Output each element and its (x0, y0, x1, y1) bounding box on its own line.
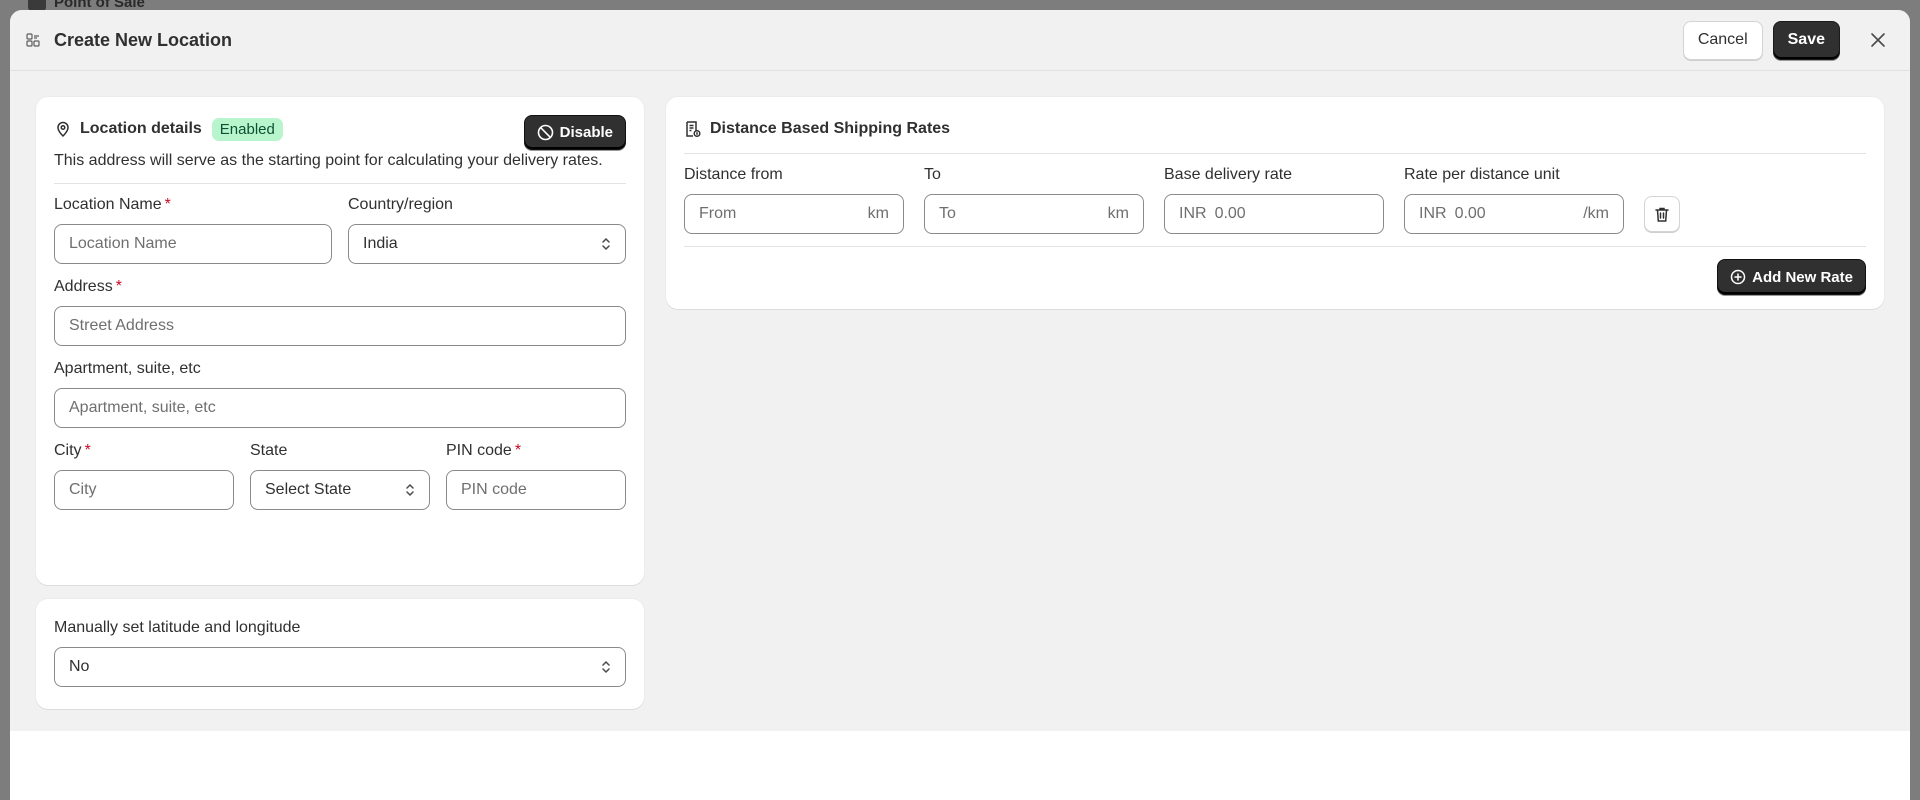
modal-body: Location details Enabled Disable This ad… (10, 71, 1910, 731)
create-location-modal: Create New Location Cancel Save Location… (10, 10, 1910, 800)
close-icon[interactable] (1860, 22, 1896, 58)
location-pin-icon (54, 120, 72, 138)
rate-per-unit-placeholder: 0.00 (1454, 205, 1486, 222)
modal-actions: Cancel Save (1682, 20, 1896, 60)
distance-from-suffix: km (867, 205, 889, 222)
apartment-label: Apartment, suite, etc (54, 360, 201, 377)
name-country-row: Location Name* Country/region India (54, 196, 626, 264)
address-row: Address * (54, 278, 626, 346)
distance-from-placeholder: From (699, 205, 737, 222)
country-value: India (363, 235, 398, 252)
modal-title: Create New Location (54, 29, 233, 50)
city-field: City * (54, 442, 234, 510)
base-rate-field: Base delivery rate INR 0.00 (1164, 166, 1384, 234)
rate-row: Distance from From km To To km Base deli… (684, 166, 1866, 234)
city-input[interactable] (54, 470, 234, 510)
country-select[interactable]: India (348, 224, 626, 264)
address-label: Address * (54, 278, 626, 300)
location-name-label: Location Name * (54, 196, 332, 218)
pin-input[interactable] (446, 470, 626, 510)
rate-per-unit-prefix: INR (1419, 205, 1447, 222)
plus-circle-icon (1730, 269, 1746, 285)
to-label: To (924, 166, 941, 183)
latlng-value: No (69, 658, 90, 675)
country-label: Country/region (348, 196, 453, 213)
base-rate-prefix: INR (1179, 205, 1207, 222)
required-mark: * (514, 442, 522, 459)
divider (54, 183, 626, 184)
state-value: Select State (265, 481, 352, 498)
city-state-pin-row: City* State Select State PIN code* (54, 442, 626, 510)
to-input[interactable]: To km (924, 194, 1144, 234)
disable-button[interactable]: Disable (523, 115, 626, 150)
base-rate-label: Base delivery rate (1164, 166, 1293, 183)
rate-per-unit-label: Rate per distance unit (1404, 166, 1560, 183)
address-input[interactable] (54, 306, 626, 346)
receipt-icon (684, 120, 702, 138)
to-field: To To km (924, 166, 1144, 234)
location-description: This address will serve as the starting … (54, 152, 603, 169)
apartment-field: Apartment, suite, etc (54, 360, 626, 428)
to-suffix: km (1107, 205, 1129, 222)
distance-from-label: Distance from (684, 166, 783, 183)
layout-icon (26, 33, 40, 47)
latlng-card: Manually set latitude and longitude No (36, 599, 644, 709)
rates-footer: Add New Rate (684, 259, 1866, 295)
latlng-label: Manually set latitude and longitude (54, 619, 301, 636)
delete-rate-button[interactable] (1644, 196, 1680, 232)
distance-from-input[interactable]: From km (684, 194, 904, 234)
state-field: State Select State (250, 442, 430, 510)
status-badge: Enabled (211, 117, 283, 141)
country-field: Country/region India (348, 196, 626, 264)
state-select[interactable]: Select State (250, 470, 430, 510)
rate-per-unit-suffix: /km (1583, 205, 1609, 222)
address-field: Address * (54, 278, 626, 346)
base-rate-input[interactable]: INR 0.00 (1164, 194, 1384, 234)
required-mark: * (164, 196, 171, 213)
to-placeholder: To (939, 205, 956, 222)
add-new-rate-button[interactable]: Add New Rate (1717, 259, 1866, 295)
shipping-rates-title: Distance Based Shipping Rates (710, 120, 951, 137)
disable-icon (537, 124, 554, 141)
latlng-field: Manually set latitude and longitude No (54, 619, 626, 687)
modal-header: Create New Location Cancel Save (10, 10, 1910, 71)
shipping-rates-card: Distance Based Shipping Rates Distance f… (666, 97, 1884, 309)
add-new-rate-label: Add New Rate (1752, 268, 1853, 286)
required-mark: * (115, 278, 122, 295)
select-chevron-icon (601, 659, 611, 675)
rate-per-unit-input[interactable]: INR 0.00 /km (1404, 194, 1624, 234)
apartment-row: Apartment, suite, etc (54, 360, 626, 428)
state-label: State (250, 442, 288, 459)
select-chevron-icon (405, 482, 415, 498)
location-details-title: Location details (80, 120, 202, 137)
distance-from-field: Distance from From km (684, 166, 904, 234)
shipping-rates-header: Distance Based Shipping Rates (684, 117, 1866, 141)
save-button[interactable]: Save (1772, 20, 1840, 60)
pin-label: PIN code * (446, 442, 626, 464)
pin-label-text: PIN code (446, 442, 512, 459)
disable-label: Disable (559, 124, 613, 141)
trash-icon (1654, 206, 1670, 223)
select-chevron-icon (601, 236, 611, 252)
location-name-field: Location Name * (54, 196, 332, 264)
city-label: City * (54, 442, 234, 464)
divider (684, 153, 1866, 154)
divider (684, 246, 1866, 247)
pin-field: PIN code * (446, 442, 626, 510)
location-name-input[interactable] (54, 224, 332, 264)
cancel-button[interactable]: Cancel (1682, 20, 1763, 60)
location-details-card: Location details Enabled Disable This ad… (36, 97, 644, 585)
required-mark: * (84, 442, 91, 459)
apartment-input[interactable] (54, 388, 626, 428)
rate-per-unit-field: Rate per distance unit INR 0.00 /km (1404, 166, 1624, 234)
location-name-label-text: Location Name (54, 196, 162, 213)
latlng-select[interactable]: No (54, 647, 626, 687)
address-label-text: Address (54, 278, 113, 295)
city-label-text: City (54, 442, 82, 459)
base-rate-placeholder: 0.00 (1214, 205, 1246, 222)
